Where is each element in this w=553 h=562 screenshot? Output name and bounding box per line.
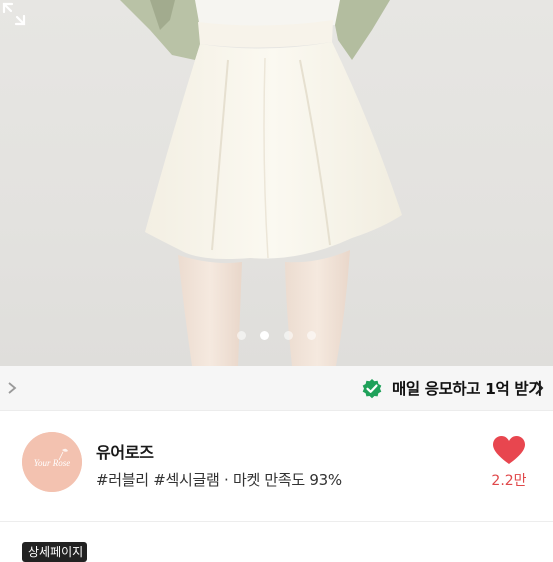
chevron-left-icon[interactable] [2,378,22,398]
shop-tag-lovely[interactable]: #러블리 [96,471,149,489]
carousel-dot[interactable] [237,331,246,340]
carousel-dot[interactable] [307,331,316,340]
expand-arrows-icon[interactable] [0,0,28,28]
shop-info-section: Your Rose 유어로즈 #러블리 #섹시글램 · 마켓 만족도 93% 2… [0,411,553,521]
meta-separator: · [224,471,229,489]
section-divider [0,521,553,522]
product-photo [120,0,402,366]
carousel-dot[interactable] [284,331,293,340]
promo-text: 매일 응모하고 1억 받기 [392,380,543,398]
check-badge-icon [362,379,382,399]
shop-avatar[interactable]: Your Rose [22,432,82,492]
shop-name[interactable]: 유어로즈 [96,439,154,463]
market-satisfaction: 마켓 만족도 93% [232,471,342,489]
detail-page-badge[interactable]: 상세페이지 [22,542,87,562]
promo-banner[interactable]: 매일 응모하고 1억 받기 [0,366,553,411]
shop-tag-sexyglam[interactable]: #섹시글램 [153,471,220,489]
shop-meta: #러블리 #섹시글램 · 마켓 만족도 93% [96,469,342,490]
product-image-carousel[interactable] [0,0,553,366]
like-count: 2.2만 [491,473,527,489]
rose-logo-icon: Your Rose [22,432,82,492]
carousel-dot-active[interactable] [260,331,269,340]
chevron-right-icon[interactable] [529,378,549,398]
heart-icon[interactable] [492,435,526,467]
avatar-logo-text: Your Rose [34,458,70,468]
carousel-pagination [0,331,553,341]
